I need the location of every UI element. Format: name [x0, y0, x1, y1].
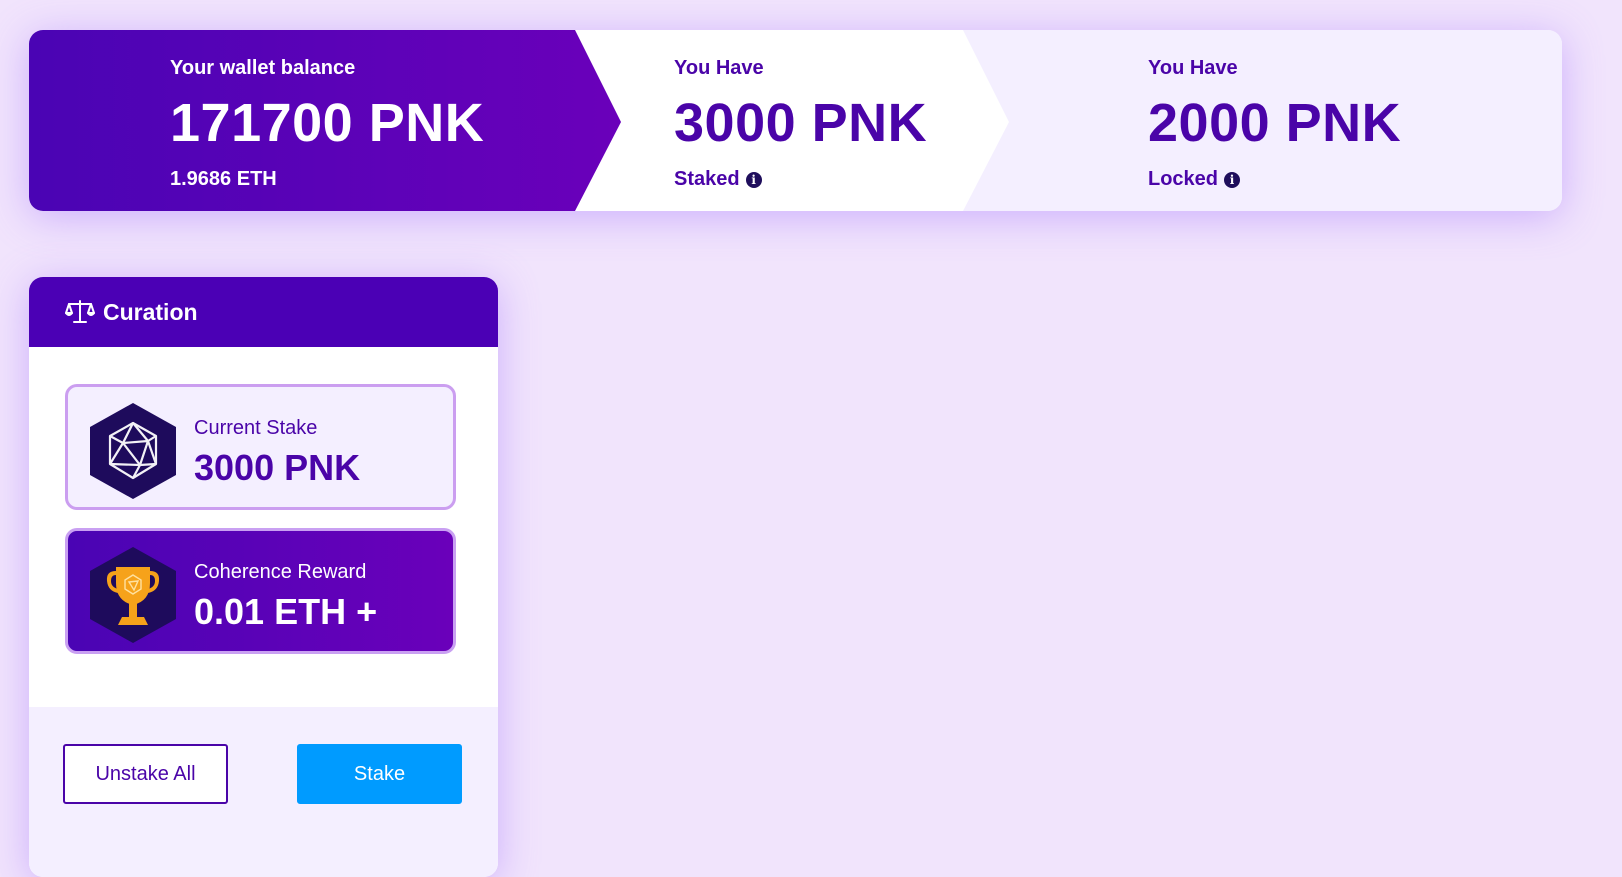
unstake-all-button[interactable]: Unstake All — [63, 744, 228, 804]
current-stake-value: 3000 PNK — [194, 447, 361, 488]
coherence-reward-panel: Coherence Reward 0.01 ETH + — [65, 528, 456, 654]
card-footer: Unstake All Stake — [29, 707, 498, 877]
staked-amount: 3000 PNK — [674, 93, 928, 153]
locked-label: You Have — [1148, 57, 1238, 79]
info-icon[interactable]: i — [1224, 171, 1241, 188]
stake-button[interactable]: Stake — [297, 744, 462, 804]
curation-card: Curation Current Stake 3000 PNK Coherenc… — [29, 277, 498, 877]
locked-caption-text: Locked — [1148, 168, 1219, 190]
wallet-balance-amount: 171700 PNK — [170, 93, 485, 153]
staked-caption: Staked i — [674, 168, 762, 191]
locked-panel: You Have 2000 PNK Locked i — [963, 30, 1562, 211]
wallet-eth-value: 1.9686 ETH — [170, 168, 277, 190]
icosahedron-icon — [88, 401, 178, 501]
wallet-balance-panel: Your wallet balance 171700 PNK 1.9686 ET… — [29, 30, 621, 211]
staked-label: You Have — [674, 57, 764, 79]
scale-icon — [65, 299, 95, 325]
balance-banner: Your wallet balance 171700 PNK 1.9686 ET… — [29, 30, 1562, 211]
locked-amount: 2000 PNK — [1148, 93, 1402, 153]
current-stake-panel: Current Stake 3000 PNK — [65, 384, 456, 510]
staked-panel: You Have 3000 PNK Staked i — [575, 30, 1009, 211]
staked-caption-text: Staked — [674, 168, 740, 190]
card-title: Curation — [103, 298, 198, 325]
coherence-reward-label: Coherence Reward — [194, 561, 367, 583]
locked-caption: Locked i — [1148, 168, 1241, 191]
info-icon[interactable]: i — [745, 171, 762, 188]
coherence-reward-value: 0.01 ETH + — [194, 591, 378, 632]
curation-card-header: Curation — [29, 277, 498, 347]
wallet-balance-label: Your wallet balance — [170, 57, 356, 79]
wallet-eth-balance: 1.9686 ETH — [170, 168, 277, 191]
current-stake-label: Current Stake — [194, 417, 318, 439]
trophy-icon — [88, 545, 178, 645]
